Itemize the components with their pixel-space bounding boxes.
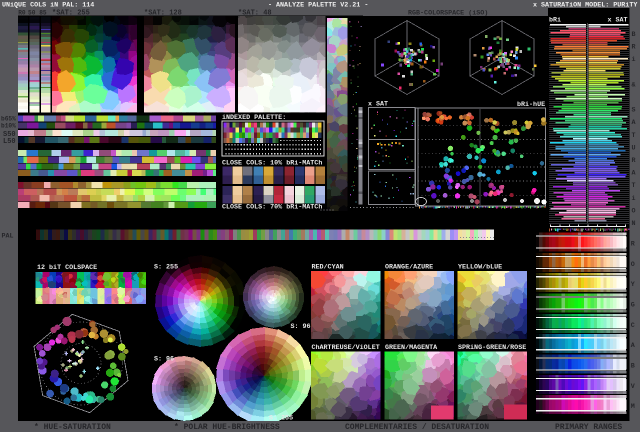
svg-text:S: 96: S: 96 [154, 356, 174, 364]
svg-text:PAL: PAL [2, 233, 14, 241]
svg-text:Y: Y [631, 281, 635, 289]
svg-text:R: R [631, 240, 635, 248]
svg-text:ORANGE/AZURE: ORANGE/AZURE [385, 264, 433, 272]
svg-text:SPRiNG-GREEN/ROSE: SPRiNG-GREEN/ROSE [458, 344, 526, 352]
svg-text:i: i [632, 56, 636, 64]
svg-text:U: U [632, 144, 636, 152]
svg-text:i: i [632, 195, 636, 203]
svg-text:YELLOW/bLUE: YELLOW/bLUE [458, 264, 502, 272]
svg-text:O: O [632, 207, 636, 215]
svg-text:12 biT COLSPACE: 12 biT COLSPACE [37, 264, 97, 272]
svg-text:R: R [632, 44, 636, 52]
svg-text:GREEN/MAGENTA: GREEN/MAGENTA [385, 344, 438, 352]
svg-text:ChARTREUSE/ViOLET: ChARTREUSE/ViOLET [312, 344, 380, 352]
svg-text:S: S [632, 107, 636, 115]
svg-text:G: G [631, 301, 635, 309]
svg-text:R: R [632, 157, 636, 165]
svg-text:O: O [631, 261, 635, 269]
svg-text:S: 96: S: 96 [291, 323, 311, 331]
svg-text:C: C [631, 322, 635, 330]
svg-text:bRi: bRi [549, 17, 561, 25]
svg-text:RGB-COLORSPACE (iSO): RGB-COLORSPACE (iSO) [408, 10, 488, 18]
svg-text:S: 255: S: 255 [154, 264, 178, 272]
svg-text:x SAT: x SAT [608, 17, 628, 25]
svg-text:CLOSE COLS: 10% bRi-MATCh: CLOSE COLS: 10% bRi-MATCh [222, 160, 322, 168]
svg-text:T: T [632, 182, 636, 190]
svg-text:CLOSE COLS: 70% bRi-MATCh: CLOSE COLS: 70% bRi-MATCh [222, 204, 322, 212]
svg-text:T: T [632, 132, 636, 140]
svg-text:B: B [632, 31, 636, 39]
svg-text:&: & [632, 81, 636, 89]
svg-text:B: B [631, 363, 635, 371]
svg-text:N: N [632, 220, 636, 228]
svg-text:RED/CYAN: RED/CYAN [312, 264, 344, 272]
